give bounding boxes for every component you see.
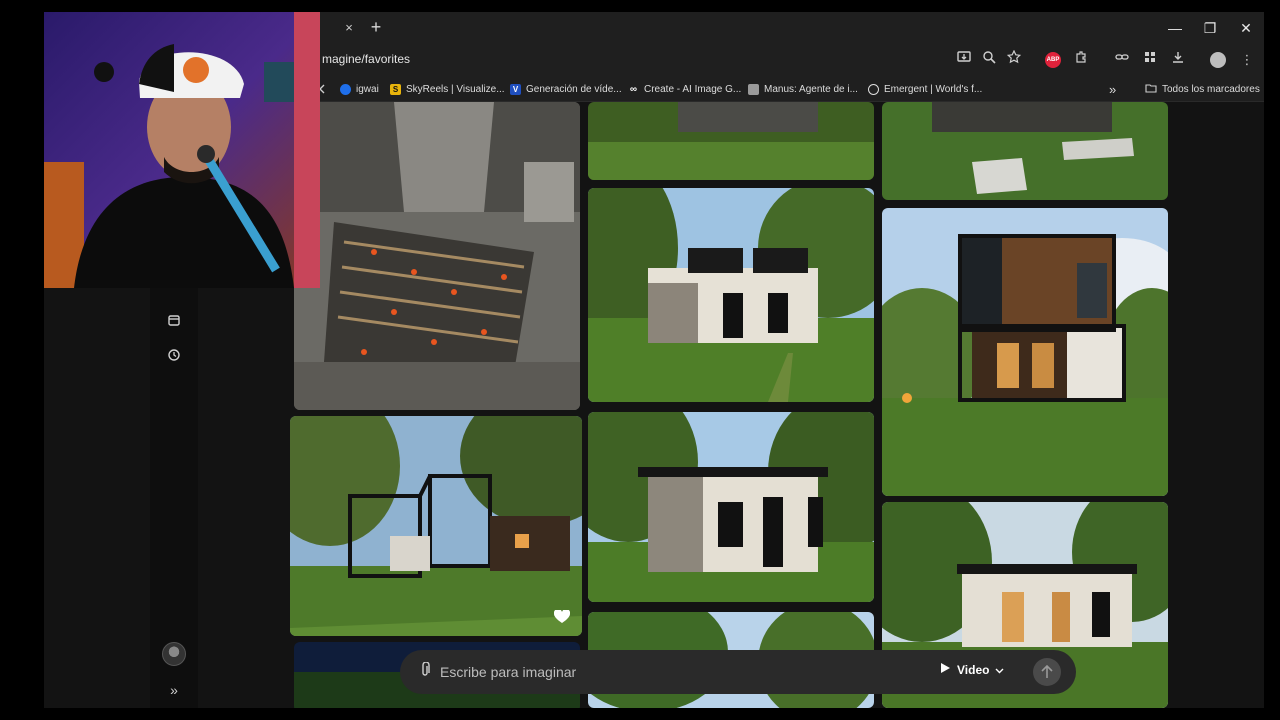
expand-sidebar-button[interactable]: » (164, 680, 184, 700)
gallery-image-stone-house-single[interactable] (588, 412, 874, 602)
bookmark-label: SkyReels | Visualize... (406, 83, 505, 95)
all-bookmarks-button[interactable]: Todos los marcadores (1145, 82, 1260, 96)
attach-icon[interactable] (416, 661, 434, 682)
prompt-bar: Escribe para imaginar Video (400, 650, 1076, 694)
restore-button[interactable]: ❐ (1198, 17, 1222, 39)
close-tab-button[interactable]: × (340, 19, 358, 37)
s-logo-icon: S (390, 83, 401, 95)
bookmark-label: Manus: Agente de i... (764, 83, 858, 95)
favorite-heart-icon[interactable] (553, 608, 571, 624)
e-logo-icon (868, 83, 879, 95)
mode-selector[interactable]: Video (940, 662, 1004, 677)
bookmark-label: Generación de víde... (526, 83, 622, 95)
bookmarks-overflow-button[interactable]: » (1109, 82, 1116, 97)
menu-kebab-icon[interactable]: ⋮ (1237, 50, 1257, 70)
zoom-icon[interactable] (979, 50, 999, 70)
new-tab-button[interactable]: + (366, 17, 386, 37)
play-icon (940, 662, 951, 677)
gallery-image-lawn-tiles[interactable] (882, 102, 1168, 200)
adblock-extension-icon[interactable]: ABP (1045, 52, 1061, 68)
all-bookmarks-label: Todos los marcadores (1162, 83, 1260, 95)
bookmark-star-icon[interactable] (1004, 49, 1024, 70)
chevron-down-icon (995, 663, 1004, 677)
folder-tray-icon[interactable] (164, 312, 184, 332)
minimize-button[interactable]: — (1163, 17, 1187, 39)
favorites-gallery (284, 102, 1184, 708)
window-close-button[interactable]: ✕ (1234, 17, 1258, 39)
bookmark-label: Emergent | World's f... (884, 83, 983, 95)
apps-grid-icon[interactable] (1140, 50, 1160, 70)
gallery-image-stone-house-two-story[interactable] (588, 188, 874, 402)
bookmark-manus[interactable]: Manus: Agente de i... (748, 82, 858, 96)
download-icon[interactable] (1168, 50, 1188, 70)
profile-icon[interactable] (1210, 52, 1226, 68)
gallery-image-steel-frame-house[interactable] (290, 416, 582, 636)
send-button[interactable] (1033, 658, 1061, 686)
prompt-input[interactable]: Escribe para imaginar (440, 664, 576, 680)
screen: × + — ❐ ✕ magine/favorites ABP ⋮ igwai S… (0, 0, 1280, 720)
gallery-image-container-house-two-story[interactable] (882, 208, 1168, 496)
bookmark-igwai[interactable]: igwai (340, 82, 379, 96)
globe-icon (340, 83, 351, 95)
bookmark-label: igwai (356, 83, 379, 95)
extensions-icon[interactable] (1071, 50, 1091, 70)
install-app-icon[interactable] (954, 50, 974, 70)
link-icon[interactable] (1112, 50, 1132, 70)
gallery-image-construction-site[interactable] (294, 102, 580, 410)
bookmark-skyreels[interactable]: S SkyReels | Visualize... (390, 82, 505, 96)
v-logo-icon: V (510, 83, 521, 95)
history-icon[interactable] (164, 347, 184, 367)
folder-icon (1145, 83, 1157, 96)
gallery-image-lawn-top[interactable] (588, 102, 874, 180)
manus-logo-icon (748, 83, 759, 95)
mode-label: Video (957, 662, 990, 677)
bookmark-label: Create - AI Image G... (644, 83, 742, 95)
bookmark-generacion-video[interactable]: V Generación de víde... (510, 82, 622, 96)
webcam-overlay (44, 12, 320, 288)
loop-logo-icon: ∞ (629, 83, 638, 95)
bookmark-emergent[interactable]: Emergent | World's f... (868, 82, 982, 96)
user-avatar[interactable] (162, 642, 186, 666)
bookmark-create-ai-image[interactable]: ∞ Create - AI Image G... (628, 82, 741, 96)
url-field[interactable]: magine/favorites (322, 52, 410, 66)
